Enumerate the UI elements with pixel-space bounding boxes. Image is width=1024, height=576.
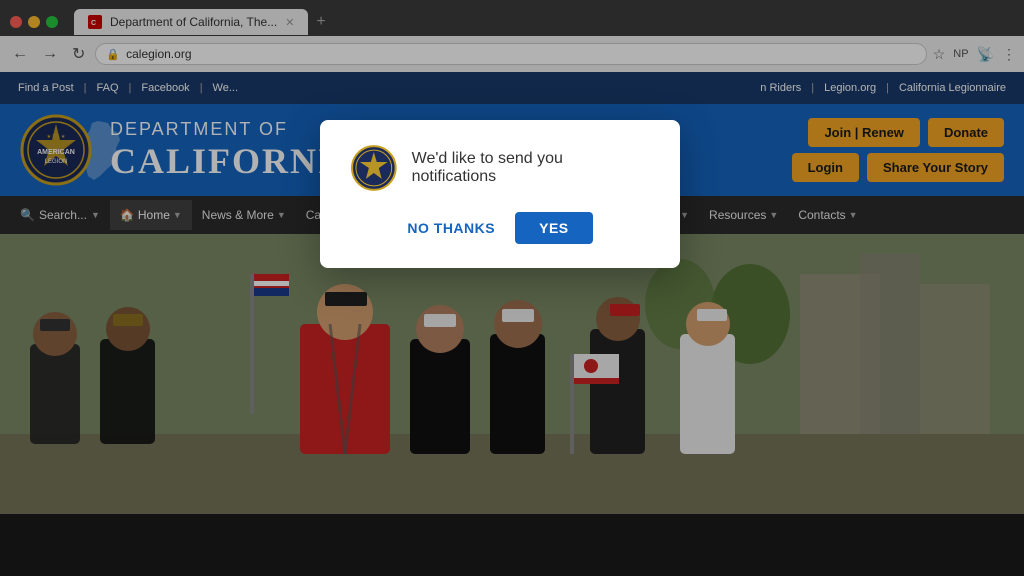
popup-title: We'd like to send you notifications xyxy=(412,150,650,186)
notification-overlay: We'd like to send you notifications NO T… xyxy=(0,0,1024,576)
popup-emblem-icon xyxy=(350,144,398,192)
popup-header: We'd like to send you notifications xyxy=(350,144,650,192)
yes-button[interactable]: YES xyxy=(515,212,593,244)
popup-actions: NO THANKS YES xyxy=(350,208,650,244)
no-thanks-button[interactable]: NO THANKS xyxy=(407,220,495,236)
notification-popup: We'd like to send you notifications NO T… xyxy=(320,120,680,268)
